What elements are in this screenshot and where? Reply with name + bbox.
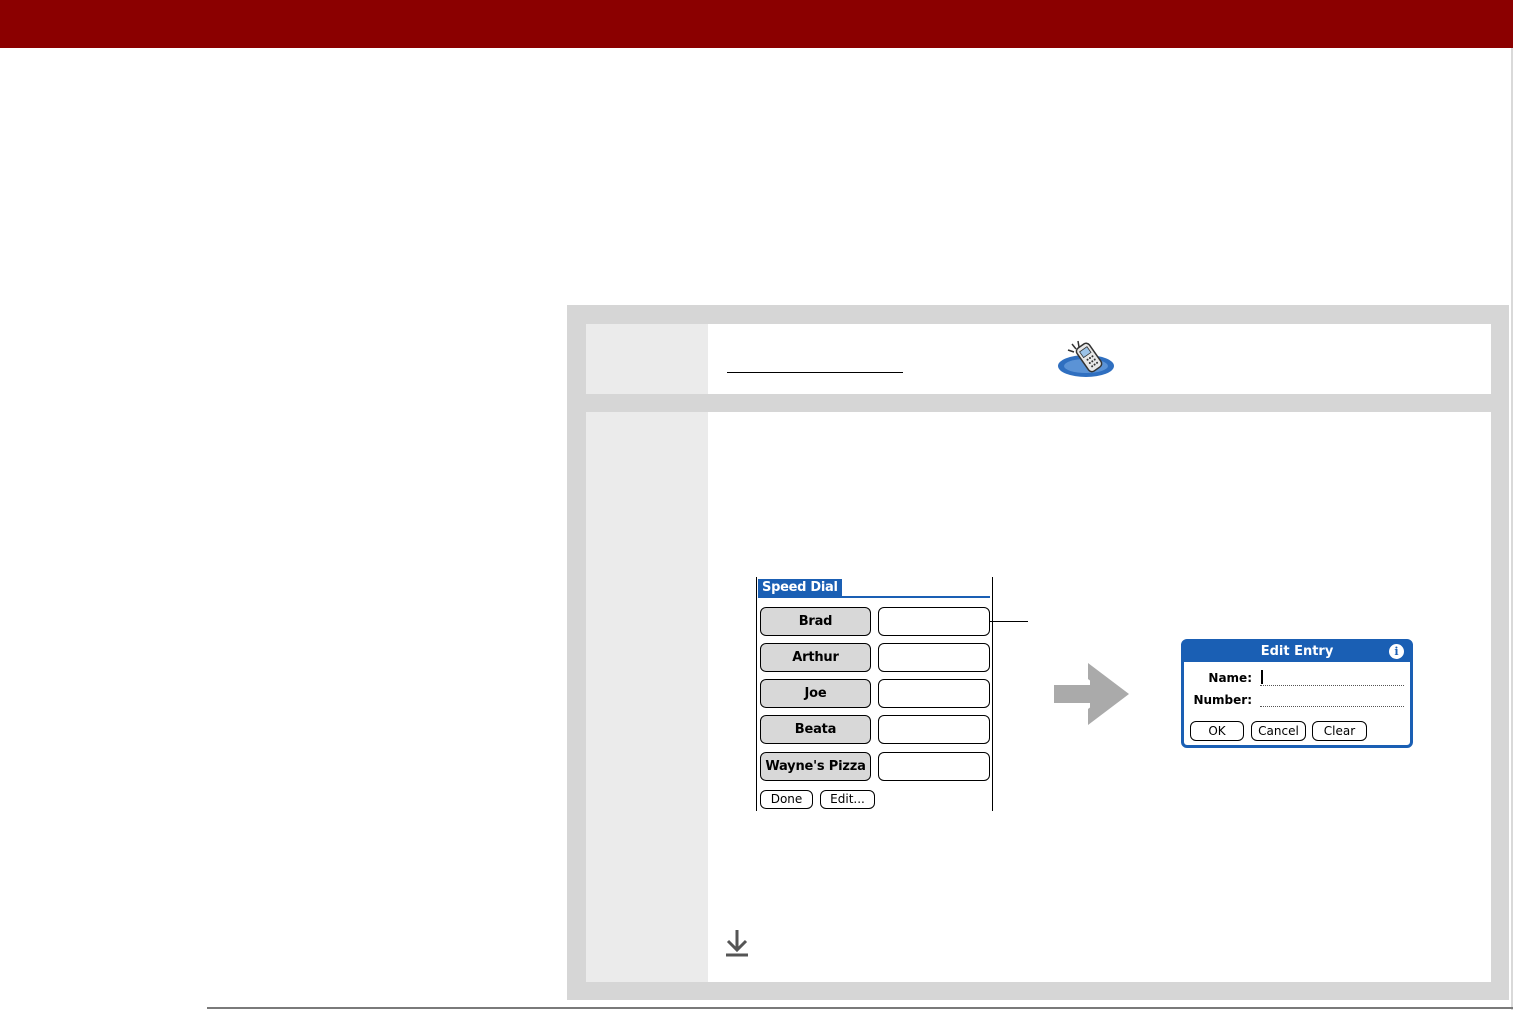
speed-dial-slot[interactable] [878, 679, 990, 708]
edit-button[interactable]: Edit... [820, 790, 875, 809]
edit-entry-dialog: Edit Entry i Name: Number: OK Cancel Cle… [1181, 639, 1413, 748]
speed-dial-button-arthur[interactable]: Arthur [760, 643, 871, 672]
speed-dial-slot[interactable] [878, 607, 990, 636]
speed-dial-slot[interactable] [878, 643, 990, 672]
link-underline[interactable] [727, 372, 903, 373]
speed-dial-button-beata[interactable]: Beata [760, 715, 871, 744]
screen-border-left [756, 577, 757, 811]
name-label: Name: [1208, 671, 1252, 685]
clear-button[interactable]: Clear [1312, 721, 1367, 741]
speed-dial-slot[interactable] [878, 715, 990, 744]
download-arrow-icon [726, 930, 748, 957]
callout-line [990, 621, 1028, 622]
number-label: Number: [1193, 693, 1252, 707]
right-arrow-icon [1054, 663, 1129, 725]
speed-dial-button-waynes-pizza[interactable]: Wayne's Pizza [760, 752, 871, 781]
footer-rule [207, 1007, 1513, 1009]
title-underline [758, 596, 990, 598]
number-field[interactable] [1260, 706, 1404, 707]
ok-button[interactable]: OK [1190, 721, 1244, 741]
speed-dial-title: Speed Dial [758, 579, 842, 597]
step-number-cell [586, 324, 708, 394]
speed-dial-button-joe[interactable]: Joe [760, 679, 871, 708]
step-number-cell [586, 412, 708, 982]
speed-dial-slot[interactable] [878, 752, 990, 781]
dialog-title: Edit Entry [1184, 642, 1410, 662]
step-row-1 [586, 324, 1491, 394]
speed-dial-button-brad[interactable]: Brad [760, 607, 871, 636]
text-cursor [1261, 670, 1263, 684]
name-field[interactable] [1260, 685, 1404, 686]
cancel-button[interactable]: Cancel [1251, 721, 1306, 741]
header-bar [0, 0, 1513, 48]
screen-border-right [992, 577, 993, 811]
info-icon[interactable]: i [1389, 644, 1404, 659]
phone-icon[interactable] [1056, 340, 1116, 378]
done-button[interactable]: Done [760, 790, 813, 809]
